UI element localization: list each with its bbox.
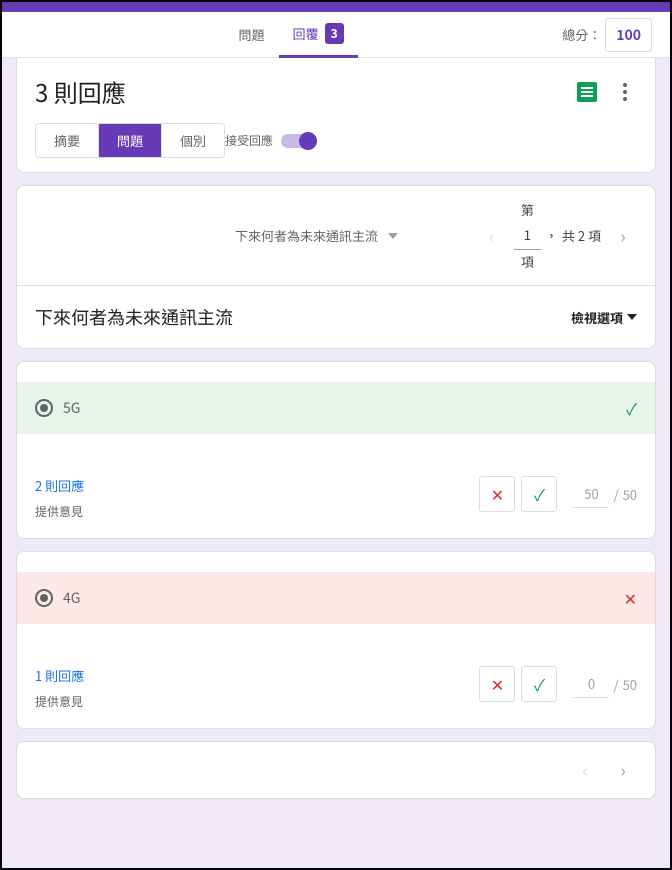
chevron-down-icon [388, 233, 398, 239]
top-tabs: 問題 回覆 3 總分： 100 [2, 12, 670, 58]
answer-option: 4G ✕ [17, 572, 655, 624]
tab-responses-label: 回覆 [293, 24, 319, 43]
tab-questions[interactable]: 問題 [225, 12, 279, 58]
next-question-button[interactable]: › [609, 222, 637, 250]
radio-icon [35, 589, 53, 607]
footer-prev-button: ‹ [571, 756, 599, 784]
view-options-button[interactable]: 檢視選項 [571, 308, 637, 327]
points-input[interactable]: 50 / 50 [573, 480, 637, 508]
check-icon: ✓ [626, 396, 637, 420]
prev-question-button: ‹ [478, 222, 506, 250]
sheets-icon[interactable] [577, 82, 597, 102]
chevron-down-icon [627, 314, 637, 320]
response-count[interactable]: 1 則回應 [35, 666, 479, 685]
footer-card: ‹ › [16, 741, 656, 799]
answer-text: 5G [63, 398, 80, 418]
question-select[interactable]: 下來何者為未來通訊主流 [235, 226, 398, 245]
view-individual-tab[interactable]: 個別 [162, 124, 224, 157]
question-pager: 第 1 項 ， 共 2 項 [514, 198, 601, 273]
answer-card-1: 4G ✕ 1 則回應 提供意見 ✕ ✓ 0 / 50 [16, 551, 656, 729]
more-options-icon[interactable] [613, 83, 637, 101]
score-value: 100 [605, 18, 652, 52]
question-title: 下來何者為未來通訊主流 [35, 304, 571, 330]
tab-responses[interactable]: 回覆 3 [279, 12, 358, 58]
accept-responses-toggle[interactable] [281, 134, 315, 148]
view-summary-tab[interactable]: 摘要 [36, 124, 99, 157]
accept-responses-label: 接受回應 [225, 132, 273, 149]
answer-option: 5G ✓ [17, 382, 655, 434]
radio-icon [35, 399, 53, 417]
question-nav-card: 下來何者為未來通訊主流 ‹ 第 1 項 ， 共 2 項 › 下來何者為未來通訊主… [16, 185, 656, 349]
points-input[interactable]: 0 / 50 [573, 670, 637, 698]
response-count[interactable]: 2 則回應 [35, 476, 479, 495]
mark-correct-button[interactable]: ✓ [521, 476, 557, 512]
x-icon: ✕ [624, 586, 637, 610]
header-card: 3 則回應 摘要 問題 個別 接受回應 [16, 58, 656, 173]
mark-wrong-button[interactable]: ✕ [479, 476, 515, 512]
responses-badge: 3 [325, 23, 344, 44]
view-question-tab[interactable]: 問題 [99, 124, 162, 157]
feedback-label[interactable]: 提供意見 [35, 503, 479, 520]
feedback-label[interactable]: 提供意見 [35, 693, 479, 710]
view-mode-tabs: 摘要 問題 個別 [35, 123, 225, 158]
mark-wrong-button[interactable]: ✕ [479, 666, 515, 702]
answer-text: 4G [63, 588, 80, 608]
answer-card-0: 5G ✓ 2 則回應 提供意見 ✕ ✓ 50 / 50 [16, 361, 656, 539]
mark-correct-button[interactable]: ✓ [521, 666, 557, 702]
total-score: 總分： 100 [562, 18, 652, 52]
responses-title: 3 則回應 [35, 74, 577, 109]
footer-next-button[interactable]: › [609, 756, 637, 784]
